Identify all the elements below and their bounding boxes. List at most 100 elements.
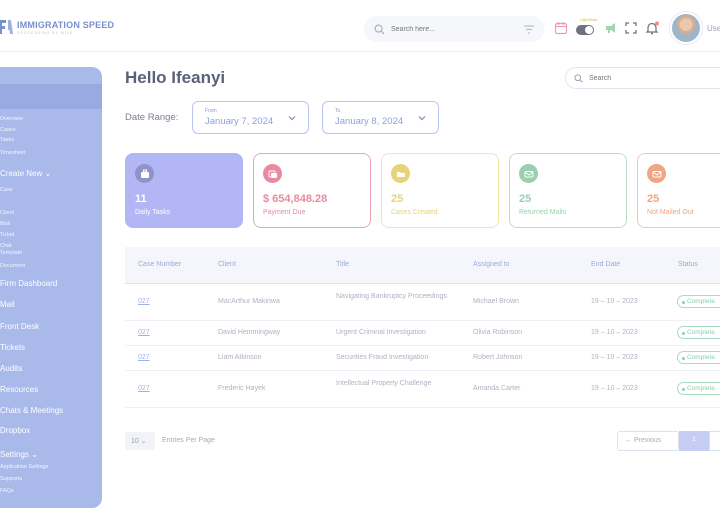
stat-card[interactable]: 25 Returned Mails (509, 153, 627, 228)
sidebar-item[interactable]: Dropbox (0, 426, 30, 435)
end-date-cell: 19 – 10 – 2023 (591, 298, 638, 305)
sidebar-item[interactable]: Front Desk (0, 322, 39, 331)
top-bar: IMMIGRATION SPEED PROCESSING BY MILE Lig… (0, 0, 720, 52)
sidebar-item[interactable]: FAQs (0, 488, 14, 494)
sidebar-active-highlight (0, 84, 102, 109)
column-header[interactable]: Client (218, 261, 236, 268)
megaphone-icon[interactable] (604, 21, 618, 35)
stat-card-caption: Cases Created (391, 209, 438, 216)
stat-card[interactable]: 25 Not Mailed Out (637, 153, 720, 228)
sidebar-item[interactable]: Chats & Meetings (0, 406, 63, 415)
sidebar-item[interactable]: Cases (0, 127, 16, 133)
row-divider (125, 407, 720, 408)
avatar[interactable] (670, 12, 702, 44)
date-from-label: From (205, 108, 217, 114)
sidebar-item[interactable]: Timesheet (0, 150, 25, 156)
stat-card-icon (135, 164, 154, 183)
date-from-value: January 7, 2024 (205, 116, 274, 127)
row-divider (125, 320, 720, 321)
global-search[interactable] (364, 16, 544, 42)
column-header[interactable]: Status (678, 261, 698, 268)
stat-card[interactable]: $ 654,848.28 Payment Due (253, 153, 371, 228)
stat-card[interactable]: 11 Daily Tasks (125, 153, 243, 228)
previous-page-button[interactable]: ← Previous (617, 431, 679, 451)
page-1-button[interactable]: 1 (679, 431, 709, 451)
sidebar-item[interactable]: Create New ⌄ (0, 169, 51, 178)
date-from-picker[interactable]: From January 7, 2024 (192, 101, 309, 134)
briefcase-icon (140, 169, 149, 178)
sidebar-item[interactable]: Audits (0, 364, 22, 373)
assignee-cell: Robert Johnson (473, 353, 523, 361)
assignee-cell: Olivia Robinson (473, 328, 523, 336)
brand-title: IMMIGRATION SPEED (17, 19, 115, 30)
sidebar-item[interactable]: Mail (0, 221, 10, 227)
case-number-link[interactable]: 027 (138, 353, 150, 363)
global-search-input[interactable] (391, 25, 501, 33)
sidebar-item[interactable]: Template (0, 250, 22, 256)
entries-per-page-select[interactable]: 10 ⌄ (125, 432, 155, 450)
theme-toggle[interactable]: Light Mode (576, 18, 597, 35)
column-header[interactable]: Assigned to (473, 261, 510, 268)
assignee-cell: Michael Brown (473, 298, 519, 305)
logo-mark-icon (0, 20, 13, 34)
toggle-switch[interactable] (576, 25, 594, 35)
case-number-link[interactable]: 027 (138, 384, 150, 394)
mail-out-icon (652, 170, 661, 177)
title-cell: Intellectual Property Challenge (336, 379, 432, 387)
user-name[interactable]: Use (707, 24, 720, 33)
brand-tagline: PROCESSING BY MILE (17, 30, 74, 35)
sidebar-item[interactable]: Chat (0, 243, 12, 249)
sidebar-item[interactable]: Client (0, 210, 14, 216)
status-badge: Complete (677, 350, 720, 364)
sidebar-item[interactable]: Tickets (0, 343, 25, 352)
table-header: Case Number Client Title Assigned to End Dat… (125, 247, 720, 284)
stat-card-value: 11 (135, 193, 147, 205)
sidebar-item[interactable]: Ticket (0, 232, 14, 238)
stat-card-icon (519, 164, 538, 183)
sidebar-item[interactable]: Mail (0, 300, 15, 309)
date-range-label: Date Range: (125, 112, 179, 123)
column-header[interactable]: Title (336, 261, 349, 268)
search-icon (374, 24, 385, 35)
column-header[interactable]: Case Number (138, 261, 181, 268)
end-date-cell: 19 – 10 – 2023 (591, 328, 638, 336)
fullscreen-icon[interactable] (624, 21, 638, 35)
stat-card-caption: Not Mailed Out (647, 209, 694, 216)
sidebar-item[interactable]: Supports (0, 476, 22, 482)
case-number-link[interactable]: 027 (138, 297, 150, 307)
client-cell: David Hemmingway (218, 328, 281, 336)
client-cell: MacArthur Makinwa (218, 298, 280, 305)
bell-icon[interactable] (645, 21, 659, 35)
sidebar-item[interactable]: Overview (0, 116, 23, 122)
chevron-down-icon (418, 116, 426, 121)
sidebar-item[interactable]: Resources (0, 385, 38, 394)
sidebar-item[interactable]: Document (0, 263, 25, 269)
stat-card-caption: Daily Tasks (135, 209, 171, 216)
row-divider (125, 345, 720, 346)
search-icon (574, 73, 583, 83)
main-search-input[interactable] (589, 74, 709, 82)
stat-card-value: $ 654,848.28 (263, 193, 328, 205)
filter-icon[interactable] (524, 24, 534, 34)
date-to-value: January 8, 2024 (335, 116, 404, 127)
next-page-button[interactable] (709, 431, 720, 451)
title-cell: Securities Fraud Investigation (336, 353, 429, 361)
date-to-label: To (335, 108, 341, 114)
case-number-link[interactable]: 027 (138, 328, 150, 338)
stat-card-value: 25 (391, 193, 404, 205)
column-header[interactable]: End Date (591, 261, 620, 268)
calendar-icon[interactable] (554, 21, 568, 35)
sidebar-item[interactable]: Firm Dashboard (0, 279, 57, 288)
money-icon (268, 170, 277, 178)
main-search[interactable] (565, 67, 720, 89)
sidebar-item[interactable]: Tasks (0, 137, 14, 143)
stat-card[interactable]: 25 Cases Created (381, 153, 499, 228)
sidebar-item[interactable]: Case (0, 187, 13, 193)
status-badge: Complete (677, 381, 720, 395)
sidebar-item[interactable]: Settings ⌄ (0, 450, 38, 459)
sidebar-item[interactable]: Application Settings (0, 464, 48, 470)
brand-logo[interactable]: IMMIGRATION SPEED PROCESSING BY MILE (0, 18, 114, 36)
date-to-picker[interactable]: To January 8, 2024 (322, 101, 439, 134)
stat-card-value: 25 (647, 193, 660, 205)
end-date-cell: 19 – 10 – 2023 (591, 384, 638, 392)
